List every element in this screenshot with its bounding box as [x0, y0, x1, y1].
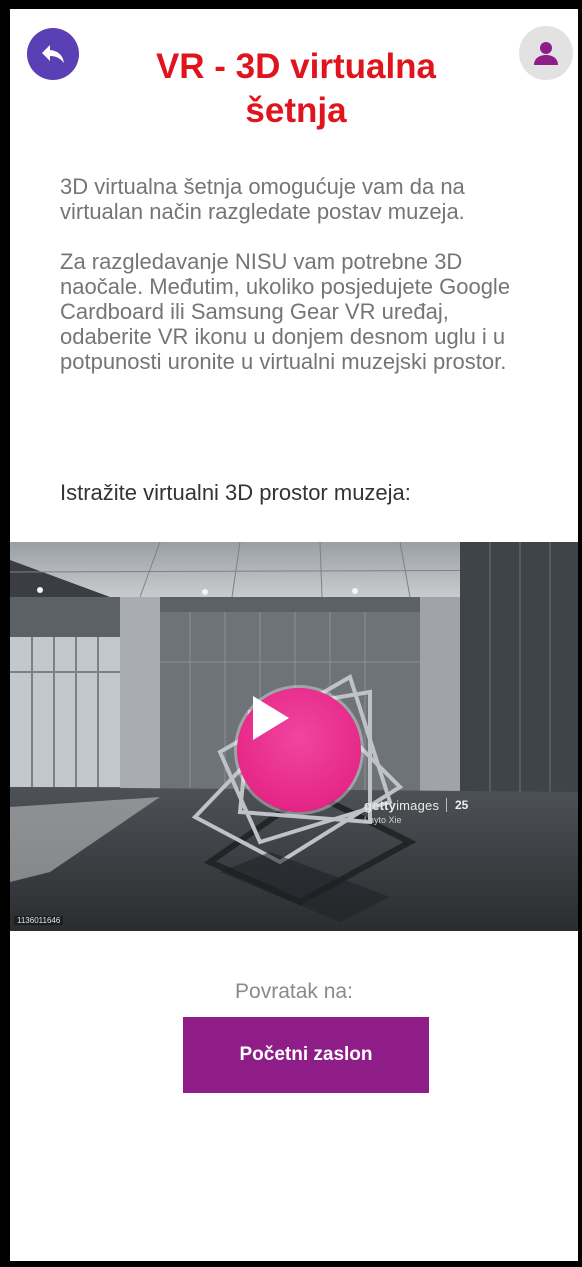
explore-label: Istražite virtualni 3D prostor muzeja: — [60, 480, 411, 505]
user-icon — [534, 42, 558, 65]
watermark-badge: 25 — [446, 798, 468, 812]
back-button[interactable] — [27, 28, 79, 80]
virtual-tour-video[interactable]: gettyimages 25 Layto Xie 1136011646 — [10, 542, 578, 931]
profile-button[interactable] — [519, 26, 573, 80]
intro-paragraph-1: 3D virtualna šetnja omogućuje vam da na … — [60, 174, 465, 224]
page-title: VR - 3D virtualna šetnja — [110, 45, 482, 133]
page-title-line2: šetnja — [245, 91, 347, 130]
reply-arrow-icon — [42, 45, 64, 63]
page-title-line1: VR - 3D virtualna — [155, 47, 437, 86]
app-screen: VR - 3D virtualna šetnja 3D virtualna še… — [10, 9, 578, 1261]
return-label: Povratak na: — [235, 980, 353, 1003]
watermark-author: Layto Xie — [364, 815, 402, 825]
image-id: 1136011646 — [14, 916, 64, 925]
intro-paragraph-2: Za razgledavanje NISU vam potrebne 3D na… — [60, 249, 511, 374]
home-screen-button[interactable]: Početni zaslon — [183, 1017, 429, 1093]
play-icon — [253, 696, 289, 740]
play-button[interactable] — [237, 688, 361, 812]
watermark-brand: gettyimages — [364, 798, 440, 813]
